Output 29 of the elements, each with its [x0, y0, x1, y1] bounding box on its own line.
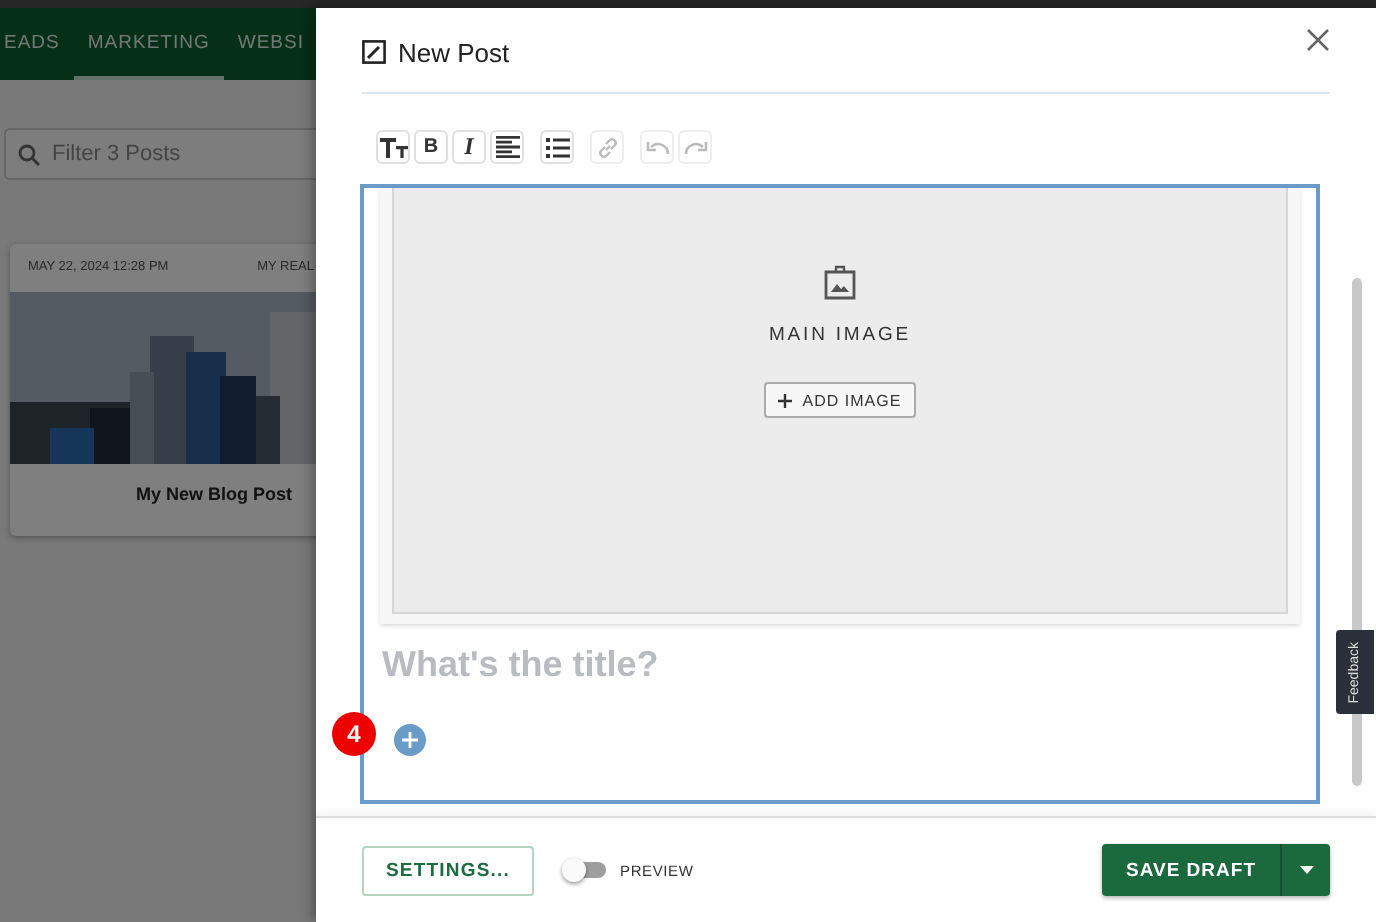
italic-button[interactable]: I [452, 130, 486, 164]
align-button[interactable] [490, 130, 524, 164]
dialog-title: New Post [398, 37, 512, 67]
plus-icon [402, 732, 418, 748]
redo-icon [683, 139, 707, 155]
plus-icon [778, 393, 793, 407]
search-field[interactable]: Filter 3 Posts [4, 128, 316, 180]
image-icon [824, 264, 856, 300]
edit-icon [362, 40, 386, 64]
link-icon [595, 135, 619, 159]
close-button[interactable] [1306, 28, 1330, 52]
text-size-button[interactable] [376, 130, 410, 164]
main-image-label: MAIN IMAGE [768, 324, 911, 346]
bold-button[interactable]: B [414, 130, 448, 164]
post-editor[interactable]: MAIN IMAGE ADD IMAGE What's the title? [360, 184, 1320, 804]
add-image-button[interactable]: ADD IMAGE [764, 382, 916, 418]
undo-icon [645, 139, 669, 155]
caret-icon [1299, 866, 1313, 874]
post-title: My New Blog Post [134, 482, 295, 504]
align-icon [495, 136, 519, 158]
list-icon [545, 137, 569, 157]
list-button[interactable] [540, 130, 574, 164]
text-size-icon [379, 135, 407, 159]
preview-toggle[interactable] [562, 858, 607, 882]
settings-button[interactable]: SETTINGS... [362, 845, 535, 895]
save-draft-button[interactable]: SAVE DRAFT [1102, 844, 1280, 896]
dropdown-button[interactable] [1280, 844, 1330, 896]
step-badge: 4 [332, 712, 376, 756]
add-block-button[interactable] [394, 724, 426, 756]
